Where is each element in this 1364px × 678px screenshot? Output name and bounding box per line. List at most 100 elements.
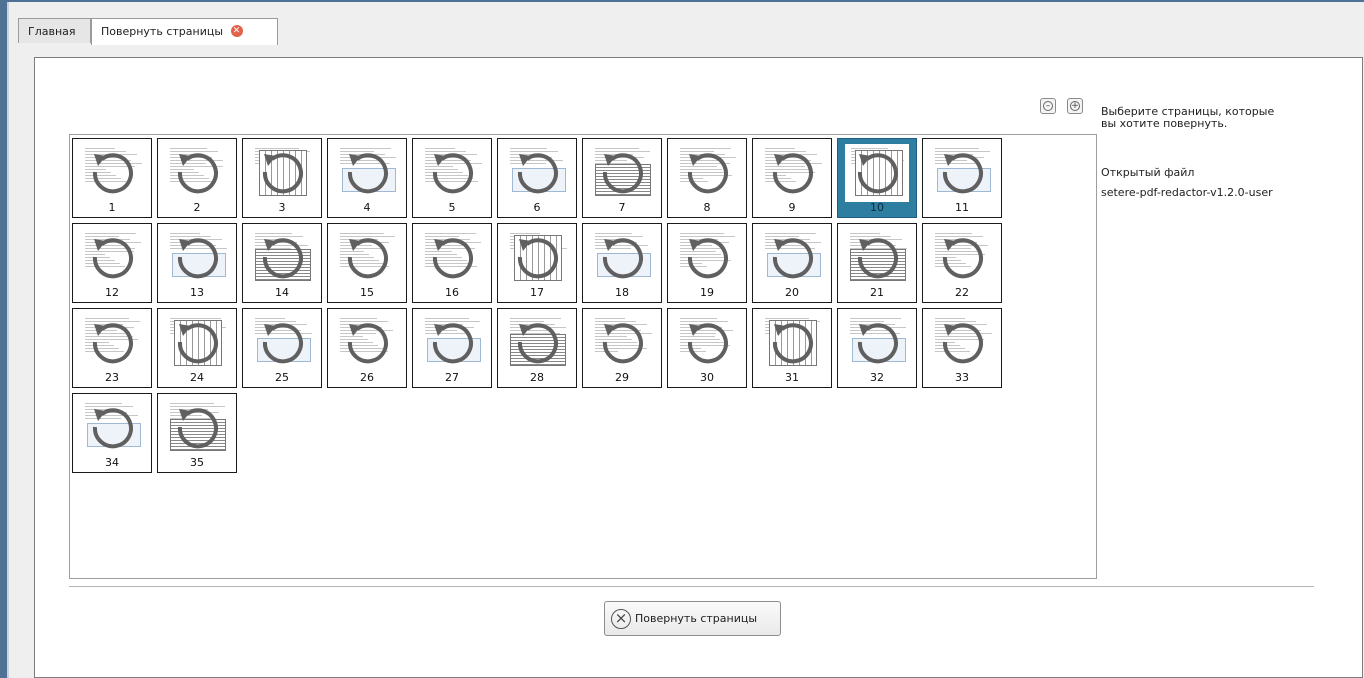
page-thumbnail[interactable]: 30 (667, 308, 747, 388)
rotate-icon (262, 238, 303, 279)
page-thumbnail[interactable]: 27 (412, 308, 492, 388)
page-number: 6 (533, 201, 541, 214)
page-number: 5 (448, 201, 456, 214)
page-thumbnail[interactable]: 17 (497, 223, 577, 303)
rotate-icon (517, 153, 558, 194)
rotate-icon (772, 238, 813, 279)
page-number: 19 (700, 286, 714, 299)
page-thumbnail[interactable]: 11 (922, 138, 1002, 218)
page-thumbnail[interactable]: 10 (837, 138, 917, 218)
page-thumbnail[interactable]: 13 (157, 223, 237, 303)
page-thumbnail[interactable]: 25 (242, 308, 322, 388)
rotate-pages-button[interactable]: × Повернуть страницы (604, 601, 781, 636)
page-thumbnail[interactable]: 16 (412, 223, 492, 303)
page-number: 4 (363, 201, 371, 214)
page-thumbnail[interactable]: 31 (752, 308, 832, 388)
page-thumbnail[interactable]: 6 (497, 138, 577, 218)
rotate-icon (177, 238, 218, 279)
page-thumbnail[interactable]: 1 (72, 138, 152, 218)
open-file-name: setere-pdf-redactor-v1.2.0-user (1101, 186, 1273, 199)
zoom-in-button[interactable]: + (1067, 98, 1083, 114)
page-thumbnail[interactable]: 19 (667, 223, 747, 303)
page-number: 14 (275, 286, 289, 299)
page-thumbnail[interactable]: 9 (752, 138, 832, 218)
separator (69, 586, 1314, 587)
tab-main[interactable]: Главная (18, 18, 91, 43)
page-thumbnail[interactable]: 21 (837, 223, 917, 303)
rotate-icon (517, 323, 558, 364)
page-thumbnail[interactable]: 24 (157, 308, 237, 388)
page-thumbnail[interactable]: 18 (582, 223, 662, 303)
page-number: 28 (530, 371, 544, 384)
page-number: 20 (785, 286, 799, 299)
rotate-icon (177, 153, 218, 194)
page-number: 9 (788, 201, 796, 214)
page-thumbnail[interactable]: 5 (412, 138, 492, 218)
rotate-icon (92, 238, 133, 279)
rotate-icon (92, 153, 133, 194)
tab-main-label: Главная (28, 25, 76, 38)
rotate-icon (857, 153, 898, 194)
page-thumbnail[interactable]: 32 (837, 308, 917, 388)
zoom-out-button[interactable]: – (1040, 98, 1056, 114)
page-thumbnail[interactable]: 28 (497, 308, 577, 388)
page-thumbnail[interactable]: 12 (72, 223, 152, 303)
page-number: 17 (530, 286, 544, 299)
page-number: 33 (955, 371, 969, 384)
page-thumbnail[interactable]: 33 (922, 308, 1002, 388)
page-number: 32 (870, 371, 884, 384)
rotate-icon (177, 323, 218, 364)
page-number: 35 (190, 456, 204, 469)
page-thumbnail[interactable]: 26 (327, 308, 407, 388)
page-thumbnail[interactable]: 35 (157, 393, 237, 473)
page-number: 31 (785, 371, 799, 384)
page-thumbnail[interactable]: 23 (72, 308, 152, 388)
page-thumbnail[interactable]: 15 (327, 223, 407, 303)
rotate-icon (942, 153, 983, 194)
page-number: 24 (190, 371, 204, 384)
page-number: 3 (278, 201, 286, 214)
page-number: 10 (870, 201, 884, 214)
cancel-circle-icon: × (611, 609, 631, 629)
page-number: 13 (190, 286, 204, 299)
page-number: 34 (105, 456, 119, 469)
rotate-icon (687, 238, 728, 279)
rotate-icon (347, 238, 388, 279)
page-thumbnail[interactable]: 34 (72, 393, 152, 473)
rotate-icon (602, 153, 643, 194)
rotate-icon (262, 323, 303, 364)
page-number: 7 (618, 201, 626, 214)
page-number: 29 (615, 371, 629, 384)
page-thumbnail[interactable]: 7 (582, 138, 662, 218)
page-thumbnail[interactable]: 3 (242, 138, 322, 218)
page-number: 25 (275, 371, 289, 384)
page-thumbnail[interactable]: 2 (157, 138, 237, 218)
page-thumbnail[interactable]: 4 (327, 138, 407, 218)
rotate-icon (177, 408, 218, 449)
rotate-icon (857, 238, 898, 279)
page-number: 15 (360, 286, 374, 299)
page-thumbnail[interactable]: 22 (922, 223, 1002, 303)
page-thumbnail[interactable]: 8 (667, 138, 747, 218)
zoom-out-icon: – (1043, 101, 1053, 111)
window-left-border (0, 0, 7, 678)
page-thumbnail[interactable]: 29 (582, 308, 662, 388)
tab-rotate-pages[interactable]: Повернуть страницы ✕ (91, 18, 278, 45)
page-thumbnail[interactable]: 14 (242, 223, 322, 303)
rotate-icon (942, 323, 983, 364)
tab-rotate-pages-label: Повернуть страницы (101, 25, 224, 38)
page-number: 8 (703, 201, 711, 214)
page-number: 11 (955, 201, 969, 214)
page-number: 27 (445, 371, 459, 384)
rotate-icon (432, 323, 473, 364)
page-thumbnail[interactable]: 20 (752, 223, 832, 303)
open-file-label: Открытый файл (1101, 166, 1195, 179)
rotate-icon (347, 153, 388, 194)
instruction-text: Выберите страницы, которые вы хотите пов… (1101, 105, 1275, 130)
rotate-icon (687, 323, 728, 364)
rotate-icon (517, 238, 558, 279)
close-icon[interactable]: ✕ (230, 25, 243, 37)
page-number: 2 (193, 201, 201, 214)
rotate-icon (857, 323, 898, 364)
page-number: 1 (108, 201, 116, 214)
